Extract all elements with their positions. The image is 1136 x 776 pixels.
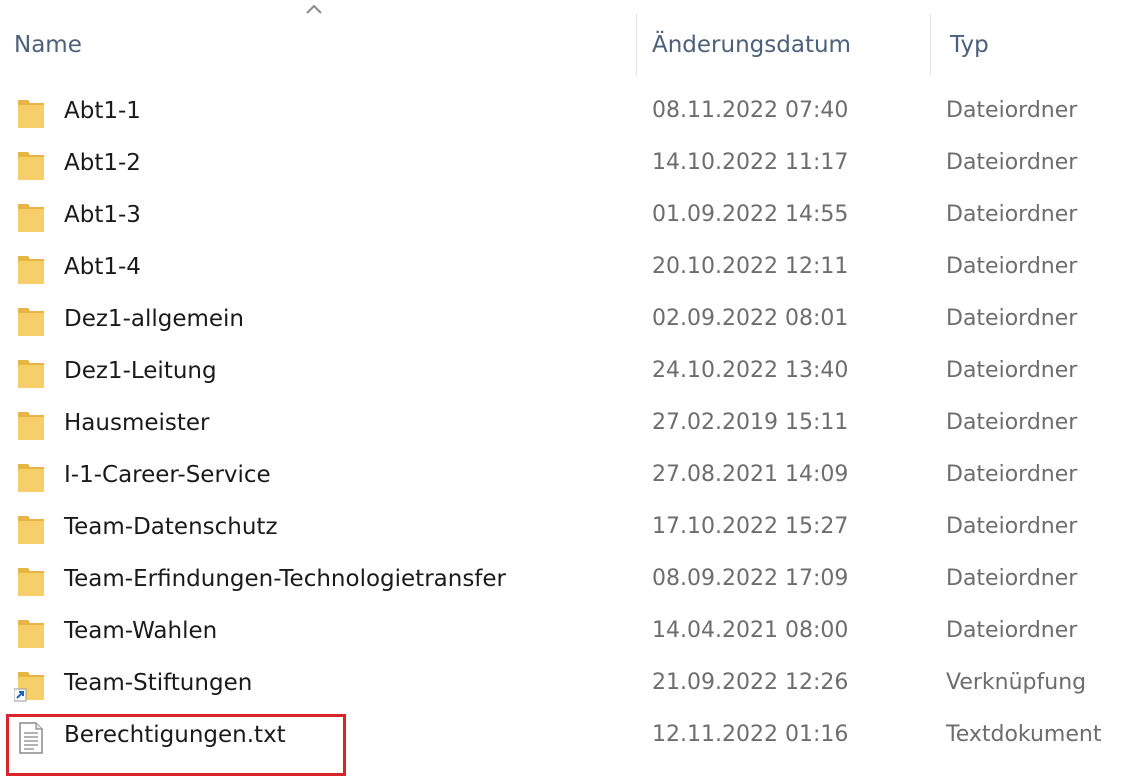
chevron-up-icon[interactable]: [305, 2, 323, 16]
column-header-row: Name Änderungsdatum Typ: [0, 0, 1136, 88]
item-type: Verknüpfung: [946, 670, 1087, 695]
folder-icon: [18, 620, 44, 648]
item-date: 24.10.2022 13:40: [652, 358, 849, 383]
item-type: Dateiordner: [946, 410, 1078, 435]
item-name: I-1-Career-Service: [64, 462, 271, 488]
item-date: 27.02.2019 15:11: [652, 410, 849, 435]
folder-icon: [18, 152, 44, 180]
item-name: Abt1-4: [64, 254, 141, 280]
item-date: 08.09.2022 17:09: [652, 566, 849, 591]
item-name: Berechtigungen.txt: [64, 722, 286, 748]
item-date: 21.09.2022 12:26: [652, 670, 849, 695]
folder-icon: [18, 308, 44, 336]
item-date: 14.04.2021 08:00: [652, 618, 849, 643]
item-name: Team-Wahlen: [64, 618, 218, 644]
list-item[interactable]: Abt1-2 14.10.2022 11:17 Dateiordner: [0, 140, 1136, 192]
list-item[interactable]: I-1-Career-Service 27.08.2021 14:09 Date…: [0, 452, 1136, 504]
item-name: Team-Stiftungen: [64, 670, 253, 696]
list-item[interactable]: Abt1-4 20.10.2022 12:11 Dateiordner: [0, 244, 1136, 296]
folder-icon: [18, 360, 44, 388]
list-item[interactable]: Dez1-Leitung 24.10.2022 13:40 Dateiordne…: [0, 348, 1136, 400]
item-type: Dateiordner: [946, 98, 1078, 123]
item-date: 17.10.2022 15:27: [652, 514, 849, 539]
column-header-type[interactable]: Typ: [950, 32, 989, 58]
item-name: Abt1-2: [64, 150, 141, 176]
item-type: Dateiordner: [946, 358, 1078, 383]
list-item[interactable]: Team-Erfindungen-Technologietransfer 08.…: [0, 556, 1136, 608]
item-name: Dez1-Leitung: [64, 358, 217, 384]
item-date: 01.09.2022 14:55: [652, 202, 849, 227]
item-type: Dateiordner: [946, 566, 1078, 591]
folder-icon: [18, 516, 44, 544]
column-separator[interactable]: [930, 14, 931, 76]
folder-icon: [18, 464, 44, 492]
list-item[interactable]: Abt1-3 01.09.2022 14:55 Dateiordner: [0, 192, 1136, 244]
item-name: Hausmeister: [64, 410, 210, 436]
list-item[interactable]: Berechtigungen.txt 12.11.2022 01:16 Text…: [0, 712, 1136, 776]
item-type: Dateiordner: [946, 150, 1078, 175]
item-name: Team-Datenschutz: [64, 514, 278, 540]
folder-icon: [18, 204, 44, 232]
list-item[interactable]: Dez1-allgemein 02.09.2022 08:01 Dateiord…: [0, 296, 1136, 348]
list-item[interactable]: Abt1-1 08.11.2022 07:40 Dateiordner: [0, 88, 1136, 140]
list-item[interactable]: Hausmeister 27.02.2019 15:11 Dateiordner: [0, 400, 1136, 452]
item-date: 27.08.2021 14:09: [652, 462, 849, 487]
text-document-icon: [19, 722, 43, 754]
item-date: 14.10.2022 11:17: [652, 150, 849, 175]
list-item[interactable]: Team-Datenschutz 17.10.2022 15:27 Dateio…: [0, 504, 1136, 556]
folder-icon: [18, 100, 44, 128]
list-item[interactable]: Team-Wahlen 14.04.2021 08:00 Dateiordner: [0, 608, 1136, 660]
item-type: Dateiordner: [946, 462, 1078, 487]
folder-icon: [18, 412, 44, 440]
column-header-date[interactable]: Änderungsdatum: [652, 32, 851, 58]
item-date: 12.11.2022 01:16: [652, 722, 849, 747]
item-name: Abt1-3: [64, 202, 141, 228]
item-type: Dateiordner: [946, 618, 1078, 643]
item-date: 08.11.2022 07:40: [652, 98, 849, 123]
folder-icon: [18, 256, 44, 284]
item-name: Dez1-allgemein: [64, 306, 245, 332]
item-name: Abt1-1: [64, 98, 141, 124]
item-name: Team-Erfindungen-Technologietransfer: [64, 566, 507, 592]
column-header-name[interactable]: Name: [14, 32, 82, 58]
item-type: Dateiordner: [946, 514, 1078, 539]
item-type: Dateiordner: [946, 306, 1078, 331]
item-date: 02.09.2022 08:01: [652, 306, 849, 331]
folder-shortcut-icon: [14, 672, 44, 702]
folder-icon: [18, 568, 44, 596]
item-date: 20.10.2022 12:11: [652, 254, 849, 279]
list-item[interactable]: Team-Stiftungen 21.09.2022 12:26 Verknüp…: [0, 660, 1136, 712]
item-type: Textdokument: [946, 722, 1102, 747]
item-type: Dateiordner: [946, 202, 1078, 227]
column-separator[interactable]: [636, 14, 637, 76]
item-type: Dateiordner: [946, 254, 1078, 279]
